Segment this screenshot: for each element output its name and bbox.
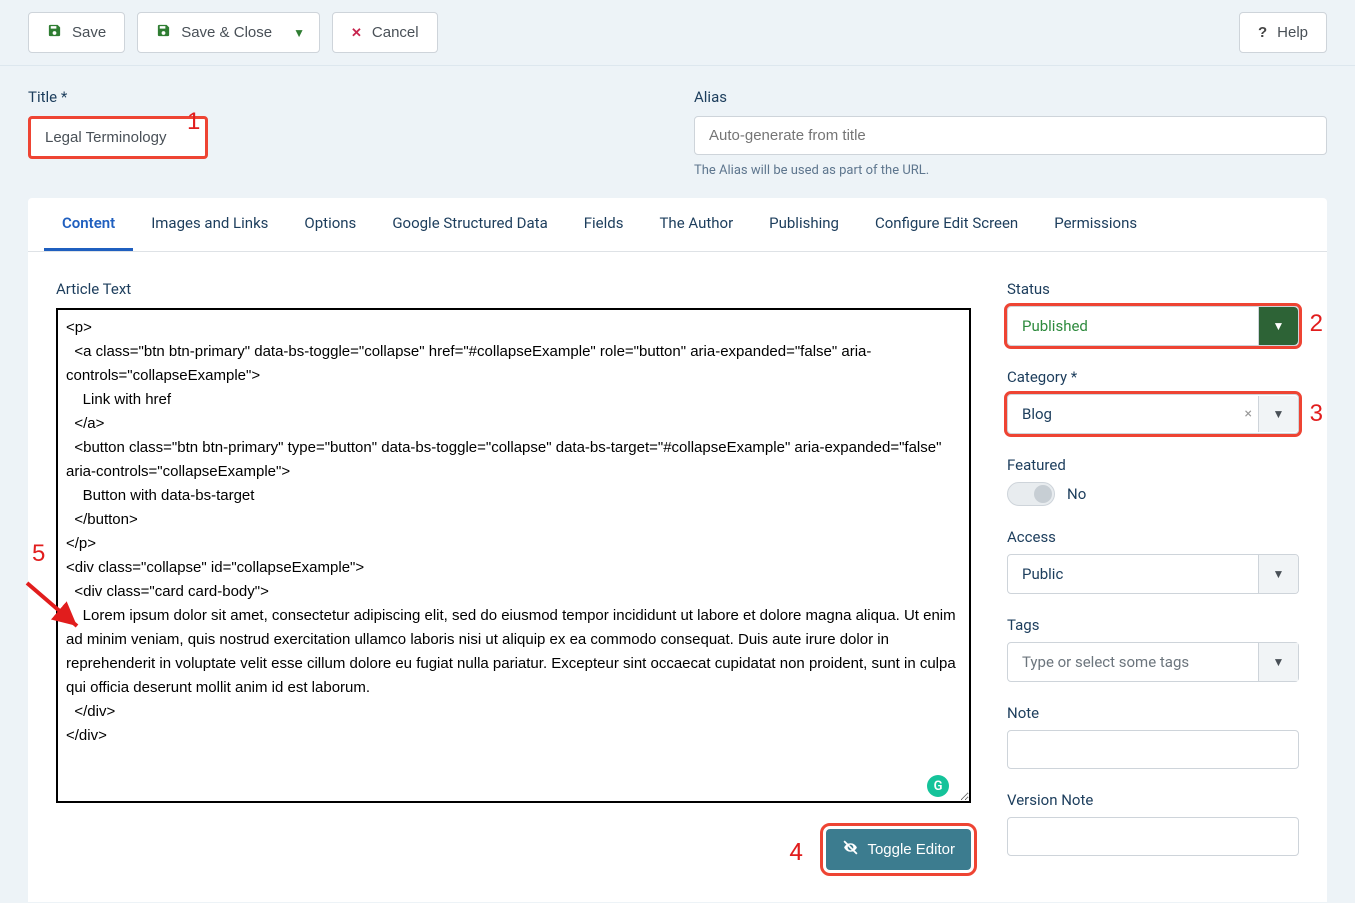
save-button[interactable]: Save [28, 12, 125, 53]
chevron-down-icon: ▼ [1258, 396, 1298, 432]
tab-author[interactable]: The Author [641, 198, 751, 251]
annotation-3: 3 [1310, 400, 1323, 428]
toggle-editor-button[interactable]: Toggle Editor [826, 829, 971, 870]
tab-options[interactable]: Options [286, 198, 374, 251]
featured-toggle[interactable] [1007, 482, 1055, 506]
category-select[interactable]: Blog × ▼ [1007, 394, 1299, 434]
clear-icon[interactable]: × [1245, 406, 1252, 422]
category-value: Blog [1022, 405, 1052, 423]
help-button[interactable]: ? Help [1239, 12, 1327, 53]
note-label: Note [1007, 704, 1299, 722]
tab-publishing[interactable]: Publishing [751, 198, 857, 251]
article-textarea[interactable] [56, 308, 971, 803]
eye-slash-icon [842, 839, 859, 860]
status-value: Published [1022, 317, 1088, 335]
help-icon: ? [1258, 24, 1267, 41]
tab-configure-edit[interactable]: Configure Edit Screen [857, 198, 1036, 251]
access-select[interactable]: Public ▼ [1007, 554, 1299, 594]
status-select[interactable]: Published ▼ [1007, 306, 1299, 346]
tab-fields[interactable]: Fields [566, 198, 642, 251]
alias-input[interactable] [694, 116, 1327, 155]
toolbar: Save Save & Close ▼ ✕ Cancel ? Help [0, 0, 1355, 66]
category-label: Category * [1007, 368, 1299, 386]
version-note-label: Version Note [1007, 791, 1299, 809]
version-note-input[interactable] [1007, 817, 1299, 856]
save-close-label: Save & Close [181, 24, 272, 41]
floppy-icon [156, 23, 171, 42]
tab-structured-data[interactable]: Google Structured Data [374, 198, 565, 251]
tabs-bar: Content Images and Links Options Google … [28, 198, 1327, 252]
tab-content[interactable]: Content [44, 198, 133, 251]
chevron-down-icon: ▼ [1258, 555, 1298, 593]
cancel-button[interactable]: ✕ Cancel [332, 12, 438, 53]
chevron-down-icon: ▼ [1258, 643, 1298, 681]
save-close-button[interactable]: Save & Close [137, 12, 291, 53]
featured-label: Featured [1007, 456, 1299, 474]
save-label: Save [72, 24, 106, 41]
floppy-icon [47, 23, 62, 42]
chevron-down-icon: ▼ [293, 26, 305, 40]
annotation-4: 4 [789, 838, 803, 866]
status-label: Status [1007, 280, 1299, 298]
title-label: Title * [28, 88, 658, 106]
tags-placeholder: Type or select some tags [1022, 653, 1189, 671]
alias-help-text: The Alias will be used as part of the UR… [694, 163, 1327, 178]
close-icon: ✕ [351, 25, 362, 41]
chevron-down-icon: ▼ [1258, 307, 1298, 345]
tags-select[interactable]: Type or select some tags ▼ [1007, 642, 1299, 682]
annotation-2: 2 [1310, 310, 1323, 338]
note-input[interactable] [1007, 730, 1299, 769]
help-label: Help [1277, 24, 1308, 41]
save-close-dropdown[interactable]: ▼ [279, 12, 320, 53]
tab-images-links[interactable]: Images and Links [133, 198, 286, 251]
cancel-label: Cancel [372, 24, 419, 41]
toggle-editor-label: Toggle Editor [867, 841, 955, 858]
featured-value: No [1067, 485, 1086, 503]
tab-permissions[interactable]: Permissions [1036, 198, 1155, 251]
tags-label: Tags [1007, 616, 1299, 634]
access-label: Access [1007, 528, 1299, 546]
annotation-5: 5 [32, 540, 45, 568]
access-value: Public [1022, 565, 1063, 583]
article-text-label: Article Text [56, 280, 971, 298]
grammarly-icon: G [927, 775, 949, 797]
alias-label: Alias [694, 88, 1327, 106]
title-input[interactable] [28, 116, 208, 159]
